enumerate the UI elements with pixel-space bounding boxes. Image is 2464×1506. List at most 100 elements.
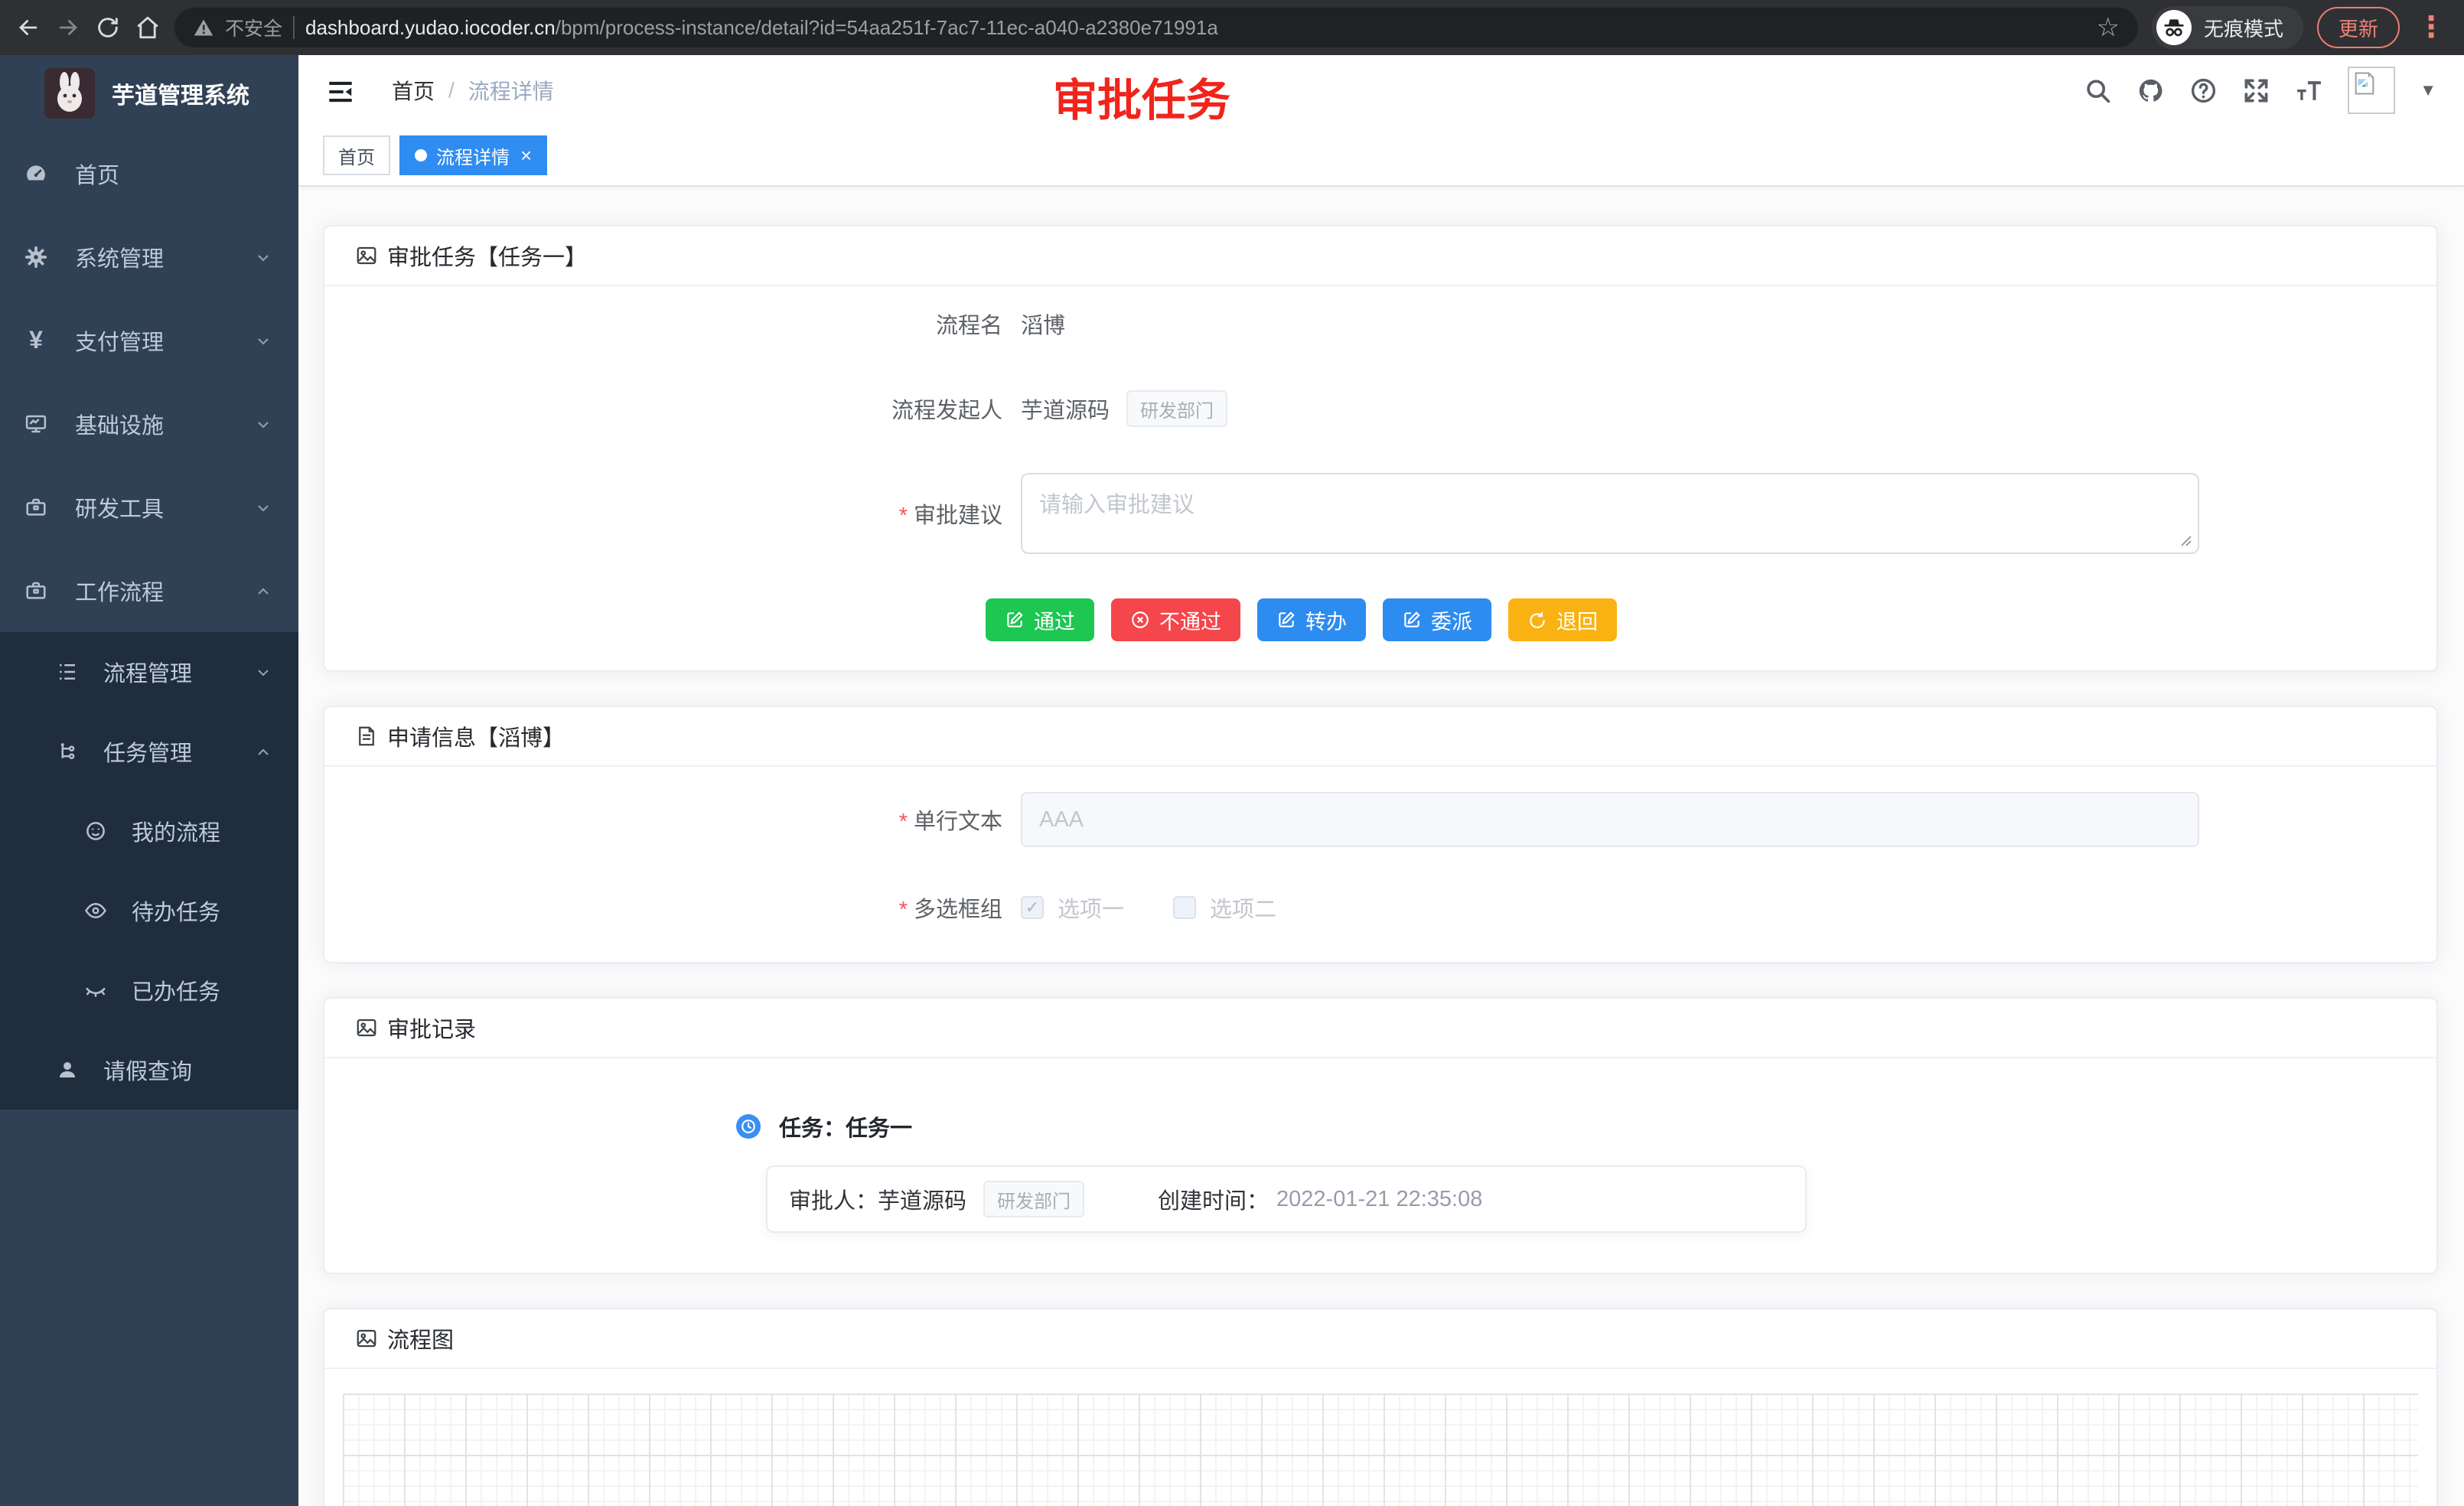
sidebar-item-process-mgmt[interactable]: 流程管理 (0, 632, 298, 712)
chevron-down-icon (254, 331, 272, 350)
tab-home[interactable]: 首页 (323, 135, 390, 175)
sidebar-item-done-tasks[interactable]: 已办任务 (0, 950, 298, 1030)
checkbox-label: 选项二 (1210, 892, 1276, 924)
opinion-textarea[interactable] (1021, 473, 2199, 554)
fullscreen-icon[interactable] (2242, 77, 2270, 105)
font-size-icon[interactable] (2295, 77, 2323, 105)
url-bar[interactable]: 不安全 dashboard.yudao.iocoder.cn/bpm/proce… (174, 8, 2138, 47)
reject-button[interactable]: 不通过 (1111, 598, 1240, 641)
checkbox-label: 选项一 (1058, 892, 1124, 924)
reload-icon[interactable] (95, 15, 121, 41)
help-icon[interactable] (2189, 77, 2218, 105)
caret-down-icon[interactable]: ▼ (2420, 82, 2436, 99)
forward-icon[interactable] (55, 15, 81, 41)
breadcrumb: 首页 / 流程详情 (392, 75, 554, 106)
monitor-icon (24, 412, 47, 435)
back-icon[interactable] (15, 15, 41, 41)
chevron-down-icon (254, 248, 272, 266)
url-text[interactable]: dashboard.yudao.iocoder.cn/bpm/process-i… (305, 16, 1218, 40)
url-host: dashboard.yudao.iocoder.cn (305, 16, 556, 39)
app-title: 芋道管理系统 (112, 77, 249, 110)
eye-open-icon (84, 899, 107, 922)
timeline-node: 任务：任务一 (736, 1110, 2406, 1143)
sidebar-item-system[interactable]: 系统管理 (0, 215, 298, 298)
request-info-card: 申请信息【滔博】 *单行文本 *多选框组 ✓ 选项一 (323, 706, 2438, 963)
card-title: 审批任务【任务一】 (387, 240, 587, 272)
tab-label: 首页 (338, 142, 375, 169)
clock-icon (736, 1114, 761, 1139)
workflow-submenu: 流程管理 任务管理 我的流程 (0, 632, 298, 1110)
resize-grip-icon[interactable] (2178, 533, 2193, 548)
sidebar-item-task-mgmt[interactable]: 任务管理 (0, 712, 298, 791)
single-line-input (1021, 792, 2199, 847)
assignee-label: 审批人： (789, 1183, 878, 1215)
card-header: 申请信息【滔博】 (324, 707, 2436, 767)
required-mark: * (899, 898, 908, 922)
sidebar-item-infra[interactable]: 基础设施 (0, 382, 298, 465)
created-value: 2022-01-21 22:35:08 (1276, 1187, 1482, 1212)
broken-image-icon (2352, 70, 2378, 96)
form-row-checkboxes: *多选框组 ✓ 选项一 选项二 (355, 892, 2406, 924)
browser-menu-icon[interactable]: ⋮ (2417, 13, 2446, 42)
sidebar-item-label: 基础设施 (75, 408, 164, 440)
sidebar-item-label: 已办任务 (132, 974, 220, 1006)
dept-tag: 研发部门 (1126, 390, 1227, 427)
sidebar-item-label: 待办任务 (132, 895, 220, 927)
sidebar-item-home[interactable]: 首页 (0, 132, 298, 215)
security-label[interactable]: 不安全 (225, 14, 282, 41)
document-icon (355, 725, 378, 748)
breadcrumb-home[interactable]: 首页 (392, 75, 435, 106)
incognito-badge: 无痕模式 (2152, 6, 2303, 49)
update-button[interactable]: 更新 (2317, 7, 2400, 48)
chevron-down-icon (254, 498, 272, 517)
bpmn-canvas[interactable] (343, 1394, 2418, 1506)
sidebar-item-payment[interactable]: ¥ 支付管理 (0, 298, 298, 382)
sidebar-collapse-icon[interactable] (326, 77, 355, 103)
sidebar-item-devtools[interactable]: 研发工具 (0, 465, 298, 549)
transfer-button[interactable]: 转办 (1257, 598, 1366, 641)
picture-icon (355, 1016, 378, 1039)
sidebar-item-leave-query[interactable]: 请假查询 (0, 1030, 298, 1110)
user-icon (56, 1058, 79, 1081)
header-actions: ▼ (2084, 67, 2436, 114)
tab-process-detail[interactable]: 流程详情 × (399, 135, 547, 175)
search-icon[interactable] (2084, 77, 2112, 105)
sidebar-logo[interactable]: 芋道管理系统 (0, 55, 298, 132)
sidebar-item-label: 系统管理 (75, 241, 164, 273)
picture-icon (355, 244, 378, 267)
avatar[interactable] (2348, 67, 2395, 114)
face-icon (84, 820, 107, 843)
picture-icon (355, 1327, 378, 1350)
bookmark-star-icon[interactable]: ☆ (2096, 15, 2119, 41)
home-icon[interactable] (135, 15, 161, 41)
security-warning-icon[interactable] (193, 17, 214, 38)
browser-toolbar: 不安全 dashboard.yudao.iocoder.cn/bpm/proce… (0, 0, 2464, 55)
breadcrumb-current: 流程详情 (468, 75, 554, 106)
briefcase-icon (24, 579, 47, 602)
card-body: *单行文本 *多选框组 ✓ 选项一 (324, 767, 2436, 962)
field-label: *单行文本 (355, 804, 1021, 836)
return-button[interactable]: 退回 (1508, 598, 1617, 641)
sidebar-item-my-process[interactable]: 我的流程 (0, 791, 298, 871)
gear-icon (24, 246, 47, 269)
github-icon[interactable] (2136, 77, 2165, 105)
sidebar-item-todo-tasks[interactable]: 待办任务 (0, 871, 298, 950)
card-body (324, 1369, 2436, 1506)
card-body: 流程名 滔博 流程发起人 芋道源码 研发部门 *审批建议 (324, 286, 2436, 670)
approve-button[interactable]: 通过 (986, 598, 1094, 641)
card-header: 流程图 (324, 1309, 2436, 1369)
delegate-button[interactable]: 委派 (1383, 598, 1491, 641)
required-mark: * (899, 810, 908, 834)
field-label: *审批建议 (355, 497, 1021, 530)
card-body: 任务：任务一 审批人： 芋道源码 研发部门 创建时间： 2022-01-21 2… (324, 1058, 2436, 1273)
sidebar-item-label: 任务管理 (103, 735, 192, 768)
content-scroll[interactable]: 审批任务【任务一】 流程名 滔博 流程发起人 芋道源码 研发部门 (298, 187, 2464, 1506)
form-row-process-name: 流程名 滔博 (355, 308, 2406, 340)
close-icon[interactable]: × (520, 145, 532, 165)
incognito-icon (2156, 10, 2192, 45)
sidebar-item-workflow[interactable]: 工作流程 (0, 549, 298, 632)
url-path: /bpm/process-instance/detail?id=54aa251f… (556, 16, 1218, 39)
card-header: 审批任务【任务一】 (324, 227, 2436, 286)
tab-label: 流程详情 (436, 142, 510, 169)
sidebar-item-label: 首页 (75, 158, 119, 190)
